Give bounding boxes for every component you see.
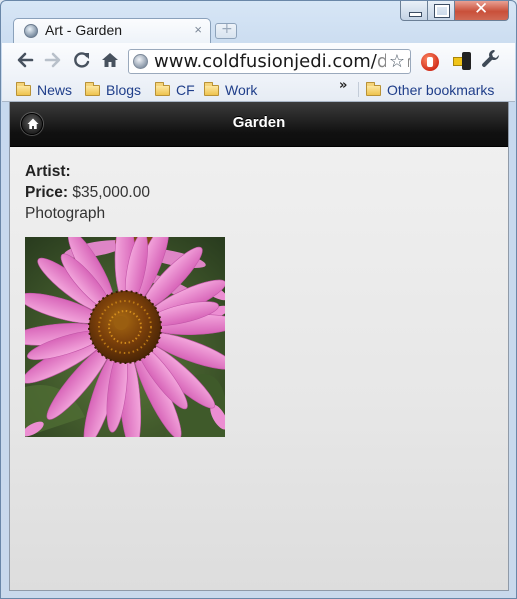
bookmarks-divider xyxy=(358,82,359,97)
bookmark-news[interactable]: News xyxy=(16,80,72,100)
folder-icon xyxy=(16,81,31,96)
bookmark-cf[interactable]: CF xyxy=(155,80,195,100)
folder-icon xyxy=(366,81,381,96)
page-header: Garden xyxy=(10,102,508,147)
send-to-phone-extension-icon[interactable] xyxy=(453,51,473,73)
browser-toolbar: www.coldfusionjedi.com/dem ☆ xyxy=(2,43,515,79)
close-icon: ✕ xyxy=(474,0,489,19)
bookmark-other[interactable]: Other bookmarks xyxy=(366,80,494,100)
adblock-extension-icon[interactable] xyxy=(421,53,439,71)
browser-window: Art - Garden × ✕ www.coldfusionjedi.com/… xyxy=(0,0,517,599)
tab-strip: Art - Garden × ✕ xyxy=(1,0,516,43)
artist-label: Artist: xyxy=(25,163,71,180)
tab-title: Art - Garden xyxy=(45,22,123,38)
tab-art-garden[interactable]: Art - Garden × xyxy=(13,18,211,43)
page-viewport: Garden Artist: Price: $35,000.00 Photogr… xyxy=(9,102,509,591)
new-tab-button[interactable] xyxy=(215,21,237,39)
tab-close-icon[interactable]: × xyxy=(194,22,202,37)
page-title: Garden xyxy=(232,114,286,131)
maximize-button[interactable] xyxy=(428,1,455,21)
reload-icon[interactable] xyxy=(72,51,92,71)
forward-arrow-icon[interactable] xyxy=(43,51,63,71)
home-icon[interactable] xyxy=(100,51,120,71)
back-arrow-icon[interactable] xyxy=(15,51,35,71)
art-details: Artist: Price: $35,000.00 Photograph xyxy=(25,161,150,224)
price-row: Price: $35,000.00 xyxy=(25,182,150,203)
bookmark-work[interactable]: Work xyxy=(204,80,257,100)
medium-text: Photograph xyxy=(25,205,106,222)
window-controls: ✕ xyxy=(400,0,509,21)
page-globe-icon xyxy=(133,54,148,69)
folder-icon xyxy=(204,81,219,96)
bookmark-blogs[interactable]: Blogs xyxy=(85,80,141,100)
bookmarks-bar: News Blogs CF Work » Other bookmarks xyxy=(2,78,515,102)
artwork-image xyxy=(25,237,225,437)
url-text: www.coldfusionjedi.com/dem xyxy=(154,51,410,72)
minimize-button[interactable] xyxy=(400,1,428,21)
window-close-button[interactable]: ✕ xyxy=(455,0,509,21)
wrench-menu-icon[interactable] xyxy=(481,49,500,73)
artist-row: Artist: xyxy=(25,161,150,182)
folder-icon xyxy=(85,81,100,96)
price-label: Price: xyxy=(25,184,69,201)
bookmarks-overflow-chevron[interactable]: » xyxy=(339,78,347,93)
bookmark-star-icon[interactable]: ☆ xyxy=(386,51,408,72)
price-value: $35,000.00 xyxy=(72,184,150,201)
folder-icon xyxy=(155,81,170,96)
address-bar[interactable]: www.coldfusionjedi.com/dem ☆ xyxy=(128,49,411,74)
globe-icon xyxy=(24,24,38,38)
